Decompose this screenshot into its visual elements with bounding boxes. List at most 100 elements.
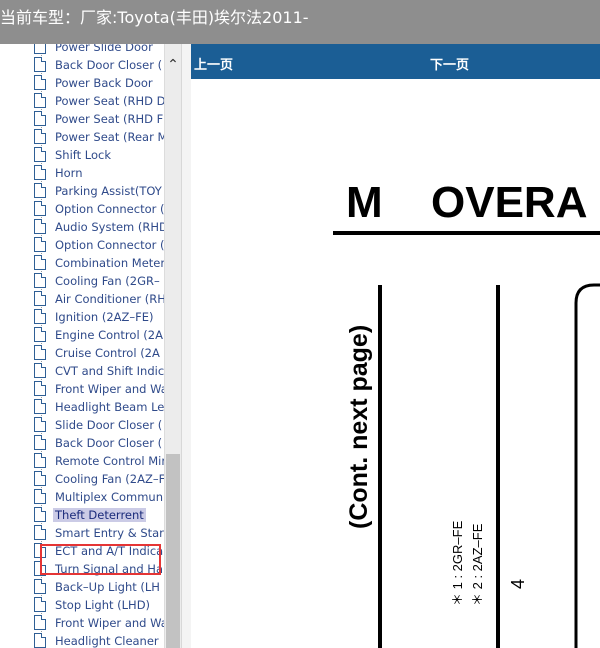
tree-item-label: Power Slide Door [55,44,153,54]
scroll-thumb[interactable] [166,454,180,648]
tree-item[interactable]: Cruise Control (2A [34,344,164,362]
document-icon [34,597,46,612]
tree-item-label: Power Seat (RHD F [55,112,164,126]
tree-item-label: Smart Entry & Star [55,526,164,540]
pane-splitter[interactable] [181,44,191,648]
previous-page-link[interactable]: 上一页 [194,54,233,73]
document-icon [34,327,46,342]
document-icon [34,417,46,432]
document-icon [34,129,46,144]
tree-item-label: Horn [55,166,83,180]
tree-item-label: Power Back Door [55,76,153,90]
tree-item[interactable]: Cooling Fan (2GR– [34,272,164,290]
navigation-tree[interactable]: Power Slide Door Back Door Closer ( Power … [0,44,164,648]
tree-item[interactable]: Power Seat (Rear M [34,128,164,146]
wire-right-curve [574,283,600,648]
engine-note-2: ＊ 2 : 2AZ–FE [470,523,485,606]
tree-item[interactable]: Engine Control (2A [34,326,164,344]
tree-item[interactable]: Horn [34,164,164,182]
tree-item[interactable]: Front Wiper and Wa [34,380,164,398]
page-nav-bar: 上一页 下一页 [191,44,600,79]
tree-item-label: Combination Meter [55,256,164,270]
document-icon [34,93,46,108]
document-icon [34,147,46,162]
tree-item-label: Headlight Beam Lev [55,400,164,414]
tree-item-label: Power Seat (RHD D [55,94,164,108]
document-icon [34,363,46,378]
document-icon [34,291,46,306]
window-title: 当前车型：厂家:Toyota(丰田)埃尔法2011- [0,8,309,27]
tree-item[interactable]: Audio System (RHD [34,218,164,236]
diagram-heading: OVERA [431,178,587,227]
tree-item[interactable]: Option Connector ( [34,236,164,254]
document-icon [34,183,46,198]
tree-item-label: Ignition (2AZ–FE) [55,310,154,324]
document-icon [34,615,46,630]
tree-scrollbar[interactable]: ⌃ [164,44,181,648]
document-icon [34,381,46,396]
tree-item-label: Back Door Closer ( [55,58,163,72]
tree-item[interactable]: Back Door Closer ( [34,434,164,452]
tree-item[interactable]: Multiplex Communi [34,488,164,506]
tree-item-label: Engine Control (2A [55,328,163,342]
tree-item[interactable]: Power Seat (RHD D [34,92,164,110]
document-icon [34,489,46,504]
tree-item[interactable]: Ignition (2AZ–FE) [34,308,164,326]
document-icon [34,75,46,90]
tree-item-label: Headlight Cleaner [55,634,159,648]
tree-item[interactable]: Power Seat (RHD F [34,110,164,128]
tree-item[interactable]: Smart Entry & Star [34,524,164,542]
tree-item[interactable]: Back–Up Light (LH [34,578,164,596]
document-icon [34,57,46,72]
document-icon [34,525,46,540]
tree-item[interactable]: Option Connector ( [34,200,164,218]
window-title-bar: 当前车型：厂家:Toyota(丰田)埃尔法2011- [0,0,600,44]
tree-item[interactable]: Headlight Cleaner [34,632,164,648]
tree-item-label: Back–Up Light (LH [55,580,160,594]
document-icon [34,201,46,216]
next-page-link[interactable]: 下一页 [430,54,469,73]
document-icon [34,237,46,252]
tree-item[interactable]: Power Back Door [34,74,164,92]
tree-item[interactable]: Power Slide Door [34,44,164,56]
tree-item-label: Front Wiper and Wa [55,382,164,396]
tree-item[interactable]: Remote Control Mir [34,452,164,470]
tree-item-label: Front Wiper and Wa [55,616,164,630]
document-icon [34,453,46,468]
engine-note-1: ＊ 1 : 2GR–FE [450,520,465,606]
tree-item-label: Back Door Closer ( [55,436,163,450]
tree-item[interactable]: Cooling Fan (2AZ–F [34,470,164,488]
tree-item[interactable]: Shift Lock [34,146,164,164]
document-icon [34,435,46,450]
scroll-up-arrow-icon[interactable]: ⌃ [165,56,181,74]
diagram-section-letter: M [346,178,383,227]
tree-item-label: Parking Assist(TOY [55,184,162,198]
tree-item-label: Cooling Fan (2AZ–F [55,472,164,486]
document-icon [34,309,46,324]
tree-item[interactable]: Headlight Beam Lev [34,398,164,416]
tree-item[interactable]: Stop Light (LHD) [34,596,164,614]
document-icon [34,345,46,360]
tree-item[interactable]: Slide Door Closer ( [34,416,164,434]
document-icon [34,111,46,126]
document-icon [34,399,46,414]
tree-item-label: Power Seat (Rear M [55,130,164,144]
tree-item-label: Multiplex Communi [55,490,164,504]
tree-item[interactable]: Front Wiper and Wa [34,614,164,632]
tree-item[interactable]: CVT and Shift Indic [34,362,164,380]
tree-item[interactable]: Combination Meter [34,254,164,272]
document-icon [34,219,46,234]
tree-item-label: Stop Light (LHD) [55,598,151,612]
tree-item[interactable]: Theft Deterrent [34,506,164,524]
connector-pin-number: 4 [508,579,528,589]
document-icon [34,471,46,486]
tree-item[interactable]: Air Conditioner (RH [34,290,164,308]
document-icon [34,273,46,288]
tree-item[interactable]: Parking Assist(TOY [34,182,164,200]
tree-item-label: Audio System (RHD [55,220,164,234]
tree-item-label: Theft Deterrent [53,508,146,522]
tree-item[interactable]: Back Door Closer ( [34,56,164,74]
continued-note: (Cont. next page) [345,325,373,529]
tree-item-label: Air Conditioner (RH [55,292,164,306]
tree-item-label: Shift Lock [55,148,112,162]
